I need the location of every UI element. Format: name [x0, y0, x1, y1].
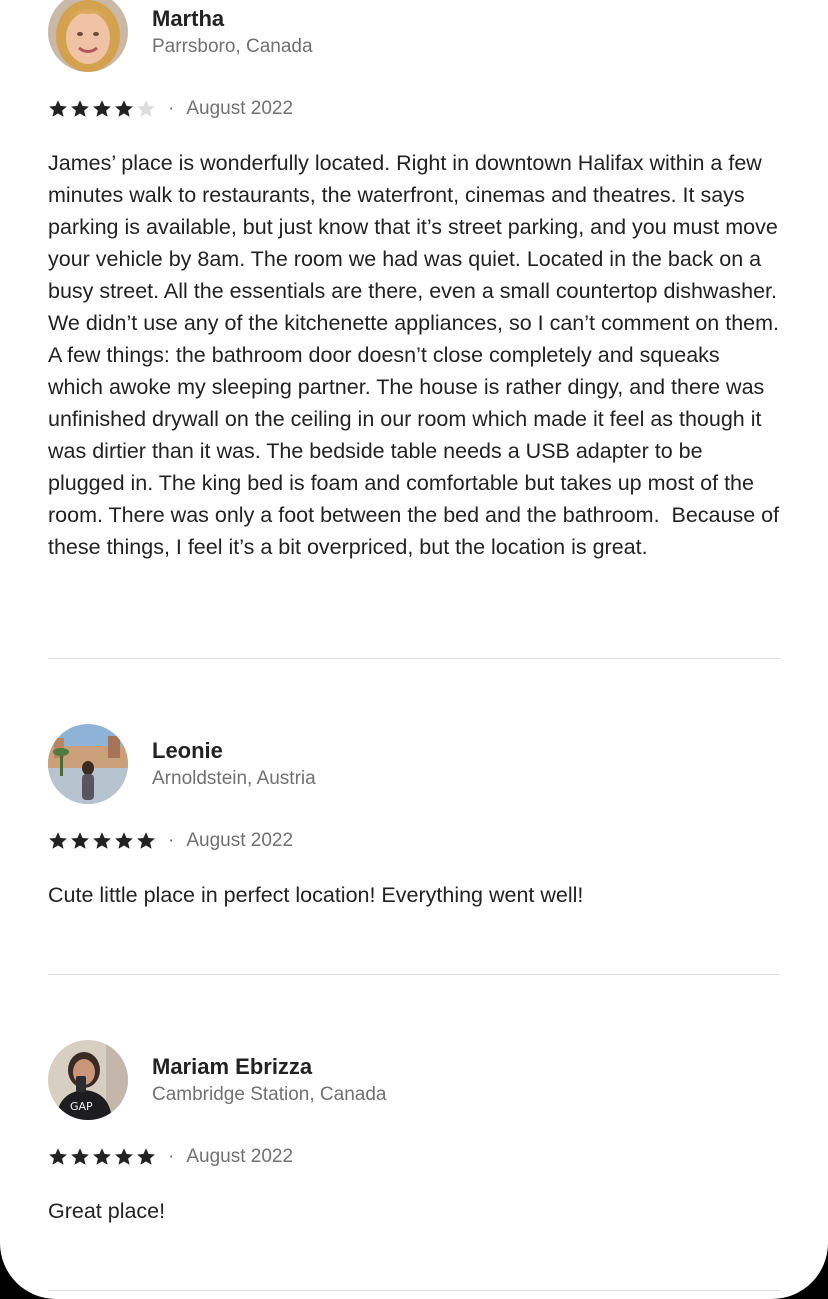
star-icon — [115, 832, 133, 849]
star-rating — [48, 99, 158, 119]
divider — [48, 658, 780, 659]
reviews-sheet: Martha Parrsboro, Canada · August 2022 J… — [0, 0, 828, 1299]
review-date: August 2022 — [186, 1146, 294, 1167]
avatar[interactable] — [48, 724, 128, 804]
star-icon — [49, 100, 67, 117]
reviewer-location: Cambridge Station, Canada — [152, 1084, 387, 1105]
star-icon — [93, 100, 111, 117]
star-icon — [49, 1148, 67, 1165]
reviewer-name: Martha — [152, 6, 225, 31]
star-rating — [48, 831, 158, 851]
separator-dot: · — [168, 1146, 175, 1167]
review-text: Great place! — [48, 1199, 166, 1223]
divider — [48, 1290, 780, 1291]
review-item: Martha Parrsboro, Canada · August 2022 J… — [48, 0, 780, 640]
star-rating — [48, 1147, 158, 1167]
star-icon — [49, 832, 67, 849]
star-icon — [93, 1148, 111, 1165]
review-date: August 2022 — [186, 830, 294, 851]
separator-dot: · — [168, 830, 175, 851]
avatar[interactable]: GAP — [48, 1040, 128, 1120]
reviewer-name: Mariam Ebrizza — [152, 1054, 313, 1079]
divider — [48, 974, 780, 975]
reviewer-location: Parrsboro, Canada — [152, 36, 313, 57]
review-item: GAP Mariam Ebrizza Cambridge Station, Ca… — [48, 1040, 780, 1240]
rating-row: · August 2022 — [48, 1145, 293, 1169]
avatar-photo-mariam: GAP — [48, 1040, 128, 1120]
star-icon — [115, 100, 133, 117]
reviewer-location: Arnoldstein, Austria — [152, 768, 316, 789]
star-icon — [137, 1148, 155, 1165]
separator-dot: · — [168, 98, 175, 119]
reviewer-name: Leonie — [152, 738, 223, 763]
star-icon — [71, 100, 89, 117]
avatar-photo-leonie — [48, 724, 128, 804]
review-date: August 2022 — [186, 98, 294, 119]
star-icon-empty — [137, 100, 155, 117]
rating-row: · August 2022 — [48, 829, 293, 853]
star-icon — [71, 1148, 89, 1165]
review-item: Leonie Arnoldstein, Austria · August 202… — [48, 724, 780, 924]
star-icon — [93, 832, 111, 849]
avatar-photo-martha — [48, 0, 128, 72]
review-text: Cute little place in perfect location! E… — [48, 883, 584, 907]
star-icon — [137, 832, 155, 849]
avatar[interactable] — [48, 0, 128, 72]
svg-text:GAP: GAP — [70, 1100, 93, 1113]
rating-row: · August 2022 — [48, 97, 293, 121]
review-text: James’ place is wonderfully located. Rig… — [48, 151, 786, 559]
star-icon — [71, 832, 89, 849]
star-icon — [115, 1148, 133, 1165]
